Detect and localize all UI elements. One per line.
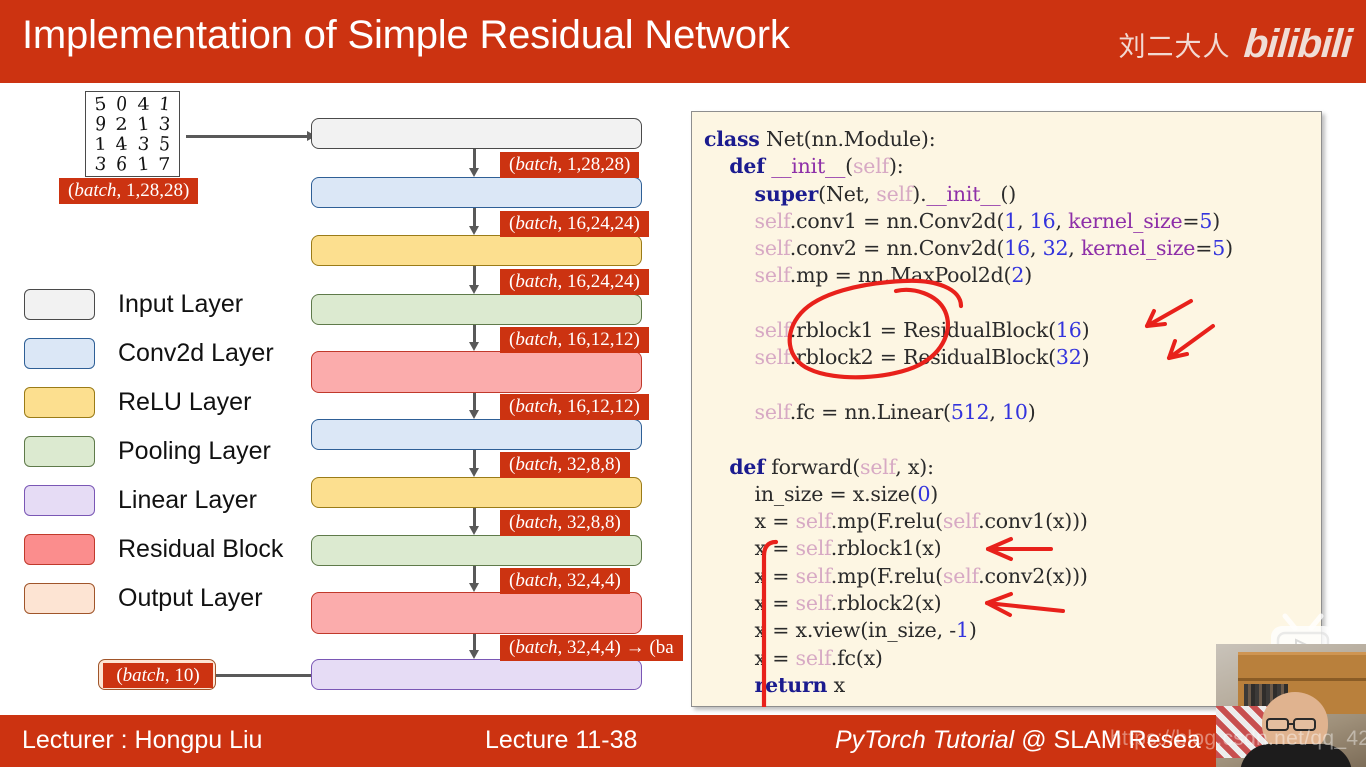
flow-connector-arrow-icon [469, 393, 478, 419]
legend-item-pooling-layer: Pooling Layer [24, 427, 283, 476]
legend-label: Pooling Layer [118, 437, 271, 465]
webcam-person-body [1240, 744, 1352, 767]
legend-swatch [24, 436, 95, 467]
flow-connector-arrow-icon [469, 149, 478, 177]
legend-item-linear-layer: Linear Layer [24, 476, 283, 525]
flow-connector-arrow-icon [469, 450, 478, 477]
webcam-shelf-divider [1238, 678, 1366, 681]
webcam-glasses-right [1293, 718, 1316, 731]
legend: Input Layer Conv2d Layer ReLU Layer Pooling… [24, 280, 283, 623]
flow-box-residual-block-2 [311, 592, 642, 634]
flow-connector-arrow-icon [469, 634, 478, 659]
flow-box-pooling-layer-2 [311, 535, 642, 566]
webcam-glasses-bridge [1288, 723, 1295, 725]
footer-lecturer: Lecturer : Hongpu Liu [22, 726, 263, 754]
flow-box-conv2d-layer-1 [311, 177, 642, 208]
flow-box-residual-block-1 [311, 351, 642, 393]
mnist-digit: 3 [136, 133, 151, 156]
legend-item-relu-layer: ReLU Layer [24, 378, 283, 427]
mnist-row: 1 4 3 5 [91, 132, 174, 157]
legend-label: Linear Layer [118, 486, 257, 514]
input-shape-tag: (batch, 1,28,28) [59, 178, 199, 204]
mnist-digit: 9 [94, 112, 107, 137]
legend-item-residual-block: Residual Block [24, 525, 283, 574]
flow-connector-arrow-icon [469, 266, 478, 294]
mnist-digit: 5 [158, 132, 171, 157]
legend-item-conv2d-layer: Conv2d Layer [24, 329, 283, 378]
tensor-shape-tag: (batch, 32,8,8) [500, 510, 630, 536]
tensor-shape-tag: (batch, 16,12,12) [500, 327, 649, 353]
mnist-digit: 3 [157, 113, 172, 136]
legend-swatch [24, 534, 95, 565]
legend-swatch [24, 485, 95, 516]
legend-label: Residual Block [118, 535, 284, 563]
input-arrow-icon [186, 131, 316, 140]
mnist-digit: 0 [115, 92, 129, 117]
bilibili-logo: bilibili [1242, 22, 1354, 66]
flow-connector-arrow-icon [469, 208, 478, 235]
code-block: class Net(nn.Module): def __init__(self)… [704, 127, 1233, 697]
legend-swatch [24, 338, 95, 369]
tensor-shape-tag: (batch, 16,12,12) [500, 394, 649, 420]
flow-box-input-layer [311, 118, 642, 149]
footer-lecture-number: Lecture 11-38 [485, 726, 638, 754]
slide-canvas: Implementation of Simple Residual Networ… [0, 0, 1366, 767]
mnist-digit: 2 [115, 114, 129, 135]
tensor-shape-tag: (batch, 1,28,28) [500, 152, 640, 178]
mnist-digit: 1 [93, 134, 108, 155]
legend-item-input-layer: Input Layer [24, 280, 283, 329]
flow-box-pooling-layer-1 [311, 294, 642, 325]
slide-header: Implementation of Simple Residual Networ… [0, 0, 1366, 83]
output-arrow-icon [207, 670, 313, 679]
webcam-glasses-left [1266, 718, 1289, 731]
tensor-shape-tag: (batch, 16,24,24) [500, 211, 649, 237]
flow-box-relu-layer-1 [311, 235, 642, 266]
mnist-digit: 3 [93, 153, 108, 176]
page-title: Implementation of Simple Residual Networ… [22, 13, 790, 57]
flow-connector-arrow-icon [469, 508, 478, 535]
slide-footer: Lecturer : Hongpu Liu Lecture 11-38 PyTo… [0, 715, 1366, 767]
flow-box-linear-layer [311, 659, 642, 690]
output-layer-box: (batch, 10) [98, 659, 216, 690]
mnist-sample-image: 5 0 4 1 9 2 1 3 1 4 3 5 3 6 1 7 [85, 91, 180, 177]
mnist-row: 3 6 1 7 [91, 152, 174, 177]
code-panel[interactable]: class Net(nn.Module): def __init__(self)… [691, 111, 1322, 707]
legend-item-output-layer: Output Layer [24, 574, 283, 623]
legend-label: Input Layer [118, 290, 244, 318]
brand-group: 刘二大人 bilibili [1118, 22, 1354, 67]
legend-label: Output Layer [118, 584, 263, 612]
flow-connector-arrow-icon [469, 566, 478, 592]
flow-connector-arrow-icon [469, 325, 478, 351]
legend-swatch [24, 289, 95, 320]
legend-swatch [24, 583, 95, 614]
tensor-shape-tag: (batch, 32,8,8) [500, 452, 630, 478]
mnist-digit: 7 [157, 154, 171, 175]
mnist-digit: 4 [136, 94, 150, 115]
mnist-digit: 6 [115, 152, 129, 177]
author-name-cn: 刘二大人 [1118, 32, 1231, 63]
flow-box-conv2d-layer-2 [311, 419, 642, 450]
tensor-shape-tag: (batch, 32,4,4) [500, 568, 630, 594]
output-shape-tag: (batch, 10) [103, 663, 213, 688]
legend-swatch [24, 387, 95, 418]
mnist-digit: 1 [136, 153, 151, 176]
tensor-shape-tag: (batch, 32,4,4) → (ba [500, 635, 683, 661]
mnist-digit: 5 [93, 93, 108, 116]
footer-course-title: PyTorch Tutorial @ SLAM Resea [835, 726, 1201, 754]
legend-label: Conv2d Layer [118, 339, 274, 367]
legend-label: ReLU Layer [118, 388, 252, 416]
lecturer-webcam-overlay [1216, 644, 1366, 767]
mnist-row: 5 0 4 1 [91, 92, 174, 117]
tensor-shape-tag: (batch, 16,24,24) [500, 269, 649, 295]
flow-box-relu-layer-2 [311, 477, 642, 508]
mnist-digit: 1 [157, 93, 172, 116]
mnist-digit: 1 [136, 113, 151, 136]
mnist-digit: 4 [114, 133, 129, 156]
